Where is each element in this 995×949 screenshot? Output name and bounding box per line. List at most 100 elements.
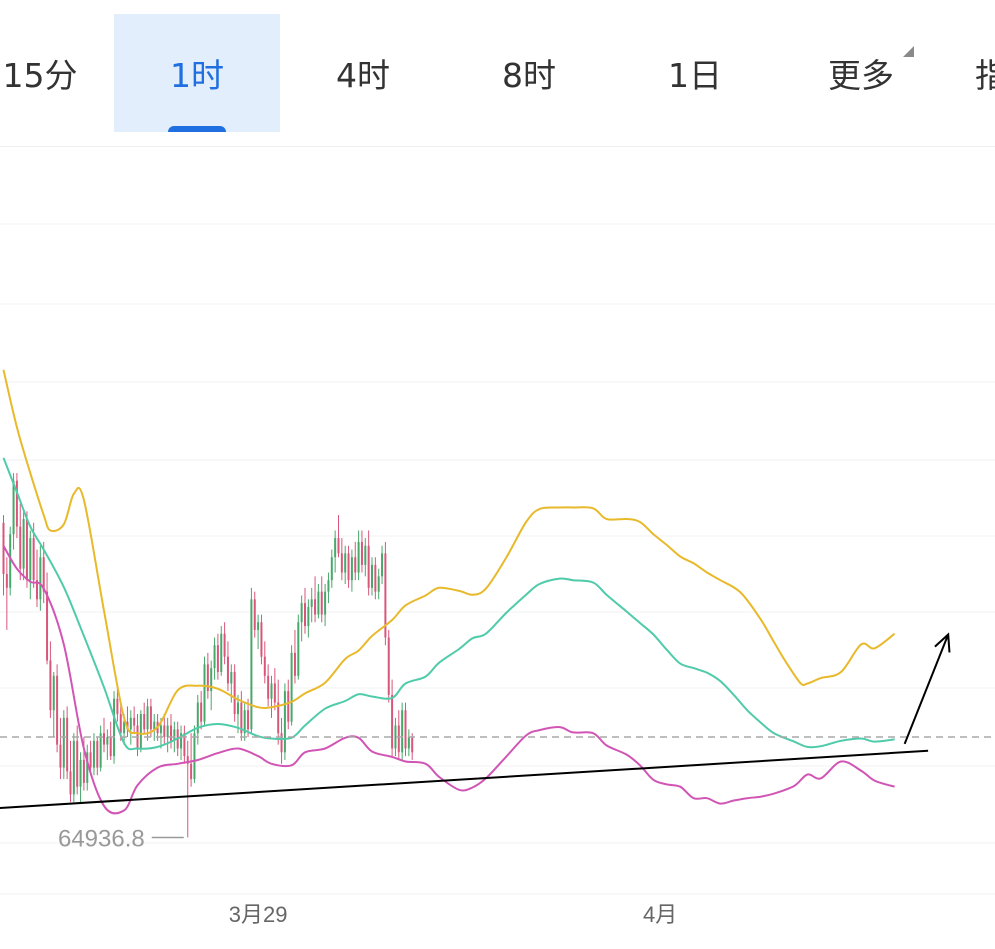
candle-body: [159, 725, 162, 734]
candle-body: [129, 717, 132, 730]
tab-label: 8时: [502, 56, 556, 95]
candle-body: [143, 714, 146, 730]
candle-body: [350, 557, 353, 581]
tab-15m[interactable]: 15分: [0, 14, 100, 132]
candle-body: [253, 599, 256, 630]
candle-body: [407, 737, 410, 749]
candle-body: [257, 622, 260, 630]
candle-body: [19, 526, 22, 569]
tab-1d[interactable]: 1日: [612, 14, 778, 132]
candle-body: [106, 737, 109, 745]
candle-body: [374, 564, 377, 592]
candle-body: [89, 752, 92, 768]
candle-body: [56, 675, 59, 745]
candle-body: [401, 710, 404, 753]
candle-body: [79, 759, 82, 787]
candle-body: [22, 518, 25, 569]
tab-1h[interactable]: 1时: [114, 14, 280, 132]
arrow-up-icon: [903, 634, 950, 745]
candle-body: [270, 683, 273, 699]
candle-body: [116, 698, 119, 715]
candle-body: [247, 710, 250, 730]
x-tick-label: 4月: [643, 902, 677, 927]
bollinger-upper-band: [2, 369, 896, 735]
candle-body: [72, 740, 75, 795]
candle-body: [377, 576, 380, 592]
tab-label: 4时: [336, 56, 390, 95]
candle-body: [113, 698, 116, 757]
candle-body: [293, 652, 296, 676]
candle-body: [317, 591, 320, 615]
candle-body: [230, 671, 233, 684]
candle-body: [387, 637, 390, 695]
tab-4h[interactable]: 4时: [280, 14, 446, 132]
candle-body: [133, 717, 136, 726]
grid-lines: [0, 223, 995, 895]
candle-body: [267, 675, 270, 699]
tab-label-wrap: 更多: [828, 46, 914, 97]
candle-body: [163, 725, 166, 737]
tab-indicator-partial[interactable]: 指: [975, 14, 995, 132]
candle-body: [307, 606, 310, 627]
candle-body: [103, 733, 105, 745]
candlestick-chart[interactable]: 64936.8 3月29 4月: [0, 148, 995, 949]
candle-body: [263, 656, 266, 676]
candle-body: [119, 714, 122, 734]
candle-body: [29, 538, 32, 581]
candle-body: [381, 553, 384, 577]
candle-body: [69, 771, 72, 795]
candle-body: [82, 759, 85, 783]
candle-body: [109, 737, 112, 757]
candle-body: [49, 660, 52, 711]
bollinger-lower-band: [2, 545, 895, 815]
candle-body: [364, 545, 367, 565]
candle-body: [39, 557, 42, 600]
candle-body: [320, 591, 323, 615]
candle-body: [391, 694, 394, 749]
candle-body: [193, 733, 196, 780]
candle-body: [203, 664, 206, 722]
candle-body: [25, 518, 28, 581]
candle-body: [15, 480, 18, 527]
candle-body: [357, 541, 360, 573]
candle-body: [99, 733, 102, 768]
candle-body: [190, 763, 193, 780]
candle-body: [304, 603, 306, 627]
candle-body: [337, 538, 340, 554]
candle-body: [334, 538, 337, 558]
candle-body: [277, 702, 280, 734]
candle-body: [273, 683, 276, 703]
bollinger-middle-band: [2, 457, 895, 751]
candle-body: [52, 675, 55, 711]
tab-label: 1日: [668, 56, 722, 95]
candle-body: [233, 671, 236, 715]
candle-body: [397, 725, 400, 753]
candle-body: [360, 541, 363, 565]
candle-body: [223, 633, 226, 657]
candle-body: [367, 545, 370, 588]
candle-body: [404, 710, 407, 749]
candle-body: [354, 557, 357, 573]
candle-body: [237, 702, 239, 715]
min-price-label: 64936.8: [58, 825, 145, 852]
candle-body: [12, 480, 15, 535]
candle-body: [314, 599, 317, 615]
candle-body: [347, 553, 350, 581]
candle-body: [5, 574, 8, 588]
candle-body: [92, 740, 95, 768]
candle-body: [250, 599, 253, 730]
candle-body: [62, 717, 65, 768]
candle-body: [226, 656, 229, 684]
x-tick-label: 3月29: [229, 902, 288, 927]
tab-8h[interactable]: 8时: [446, 14, 612, 132]
candle-body: [344, 553, 347, 573]
candle-body: [330, 557, 333, 581]
tab-more[interactable]: 更多: [778, 14, 944, 132]
candle-body: [170, 725, 172, 741]
tab-label: 更多: [828, 56, 894, 95]
candle-body: [310, 599, 313, 607]
candle-body: [280, 733, 283, 753]
candle-body: [96, 740, 99, 768]
candle-body: [297, 622, 300, 676]
candle-body: [290, 652, 293, 722]
